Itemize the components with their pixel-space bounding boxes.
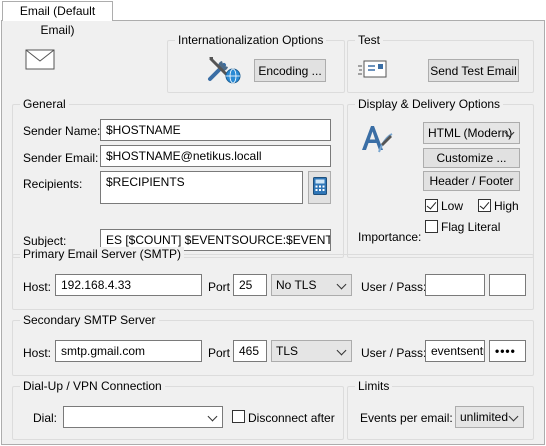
format-select[interactable]: HTML (Modern) [423, 122, 520, 144]
newsletter-icon [358, 58, 388, 80]
dialup-group: Dial-Up / VPN Connection Dial: Disconnec… [12, 379, 344, 440]
secondary-tls-select[interactable]: TLS [271, 340, 352, 362]
chevron-down-icon [207, 411, 218, 422]
primary-pass-input[interactable] [489, 274, 526, 296]
chevron-down-icon [336, 345, 347, 356]
general-group: General Sender Name: $HOSTNAME Sender Em… [12, 97, 344, 258]
primary-host-input[interactable]: 192.168.4.33 [55, 274, 202, 296]
recipients-label: Recipients: [23, 177, 83, 191]
dial-label: Dial: [33, 411, 58, 425]
envelope-icon [25, 48, 57, 72]
test-group: Test Send Test Email [347, 33, 534, 93]
secondary-userpass-label: User / Pass: [361, 346, 427, 360]
send-test-email-label: Send Test Email [430, 63, 517, 78]
display-delivery-group: Display & Delivery Options HTML (Modern)… [347, 97, 534, 258]
calculator-icon [312, 177, 327, 198]
secondary-tls-value: TLS [276, 344, 299, 358]
send-test-email-button[interactable]: Send Test Email [428, 59, 519, 82]
dial-select[interactable] [63, 406, 223, 428]
encoding-button[interactable]: Encoding ... [254, 59, 326, 82]
font-style-icon [360, 122, 394, 154]
primary-smtp-title: Primary Email Server (SMTP) [20, 247, 185, 261]
primary-tls-value: No TLS [276, 278, 317, 292]
low-label: Low [441, 199, 464, 213]
primary-host-label: Host: [23, 280, 52, 294]
importance-label: Importance: [358, 230, 422, 244]
primary-tls-select[interactable]: No TLS [271, 274, 352, 296]
secondary-smtp-group: Secondary SMTP Server Host: smtp.gmail.c… [12, 313, 534, 376]
general-title: General [20, 97, 69, 111]
flag-literal-label: Flag Literal [441, 220, 501, 234]
events-per-email-select[interactable]: unlimited [455, 406, 524, 428]
sender-name-label: Sender Name: [23, 124, 101, 138]
disconnect-after-checkbox[interactable] [232, 410, 245, 423]
tab-email-default[interactable]: Email (Default Email) [2, 1, 113, 37]
header-footer-button[interactable]: Header / Footer [423, 171, 520, 191]
low-checkbox[interactable] [425, 199, 438, 212]
sender-name-input[interactable]: $HOSTNAME [100, 119, 331, 141]
header-footer-button-label: Header / Footer [429, 174, 514, 188]
secondary-port-input[interactable]: 465 [233, 340, 267, 362]
i18n-group: Internationalization Options Encoding ..… [167, 33, 345, 93]
primary-smtp-group: Primary Email Server (SMTP) Host: 192.16… [12, 247, 534, 310]
calculator-button[interactable] [308, 171, 331, 204]
customize-button-label: Customize ... [436, 151, 507, 165]
tools-globe-icon [206, 53, 242, 85]
secondary-pass-input[interactable]: •••• [489, 340, 526, 362]
secondary-port-label: Port [208, 346, 231, 360]
format-select-value: HTML (Modern) [428, 126, 513, 140]
high-checkbox[interactable] [478, 199, 491, 212]
display-delivery-title: Display & Delivery Options [355, 97, 504, 111]
subject-label: Subject: [23, 234, 67, 248]
sender-email-input[interactable]: $HOSTNAME@netikus.locall [100, 145, 331, 167]
events-per-email-value: unlimited [460, 410, 509, 424]
primary-user-input[interactable] [425, 274, 485, 296]
flag-literal-checkbox[interactable] [425, 220, 438, 233]
i18n-title: Internationalization Options [175, 33, 327, 47]
secondary-user-input[interactable]: eventsentr [425, 340, 485, 362]
chevron-down-icon [336, 279, 347, 290]
encoding-button-label: Encoding ... [258, 63, 322, 78]
limits-title: Limits [355, 379, 393, 393]
primary-port-label: Port [208, 280, 231, 294]
events-per-email-label: Events per email: [360, 411, 453, 425]
sender-email-label: Sender Email: [23, 151, 99, 165]
customize-button[interactable]: Customize ... [423, 148, 520, 168]
email-settings-panel: Internationalization Options Encoding ..… [1, 20, 545, 445]
test-title: Test [355, 33, 384, 47]
primary-userpass-label: User / Pass: [361, 280, 427, 294]
limits-group: Limits Events per email: unlimited [347, 379, 534, 440]
secondary-host-input[interactable]: smtp.gmail.com [55, 340, 202, 362]
primary-port-input[interactable]: 25 [233, 274, 267, 296]
recipients-input[interactable]: $RECIPIENTS [100, 171, 303, 204]
disconnect-after-label: Disconnect after [248, 411, 335, 425]
chevron-down-icon [508, 411, 519, 422]
dialup-title: Dial-Up / VPN Connection [20, 379, 165, 393]
high-label: High [494, 199, 519, 213]
secondary-smtp-title: Secondary SMTP Server [20, 313, 159, 327]
secondary-host-label: Host: [23, 346, 52, 360]
